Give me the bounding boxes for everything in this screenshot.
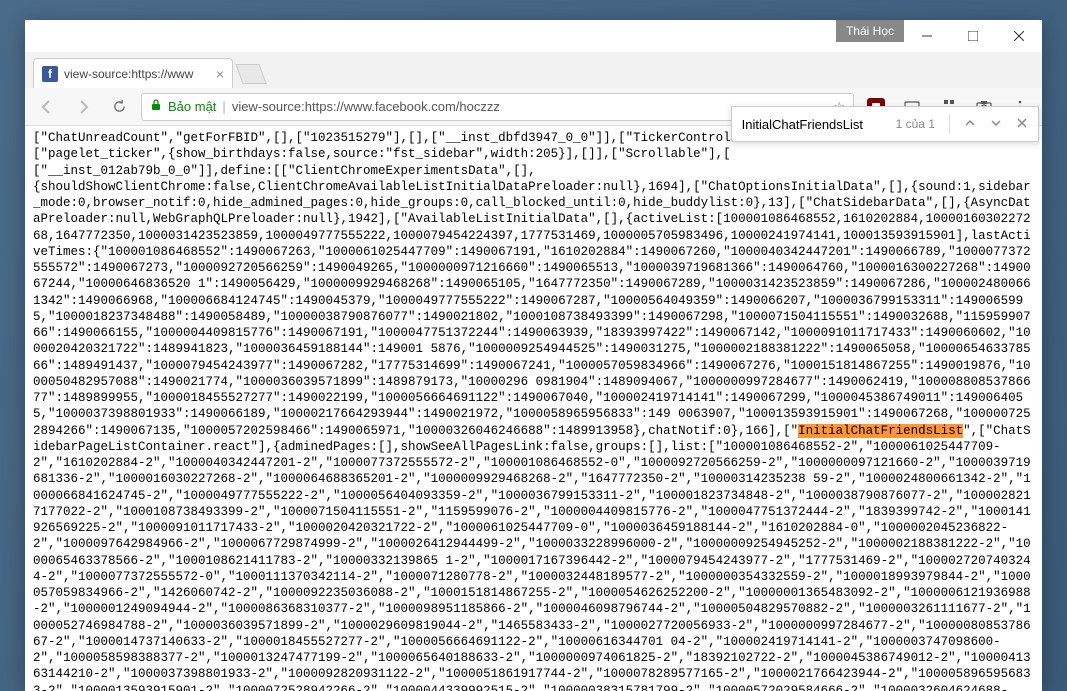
source-line: ",["ChatSidebarPageListContainer.react"]…: [33, 424, 1031, 691]
find-prev-button[interactable]: [964, 117, 976, 132]
tab-bar: f view-source:https://www ×: [25, 52, 1042, 88]
browser-window: Thái Học f view-source:https://www ×: [25, 20, 1042, 691]
new-tab-button[interactable]: [235, 64, 266, 84]
minimize-button[interactable]: [904, 20, 950, 52]
browser-tab[interactable]: f view-source:https://www ×: [33, 58, 233, 88]
window-close-button[interactable]: [996, 20, 1042, 52]
window-titlebar: Thái Học: [25, 20, 1042, 52]
facebook-favicon: f: [42, 66, 58, 82]
source-line: {shouldShowClientChrome:false,ClientChro…: [33, 180, 1031, 438]
forward-button[interactable]: [69, 93, 97, 121]
url-separator: |: [222, 99, 225, 114]
source-line: ["ChatUnreadCount","getForFBID",[],["102…: [33, 131, 738, 145]
find-in-page-bar: 1 của 1: [731, 106, 1039, 142]
reload-button[interactable]: [105, 93, 133, 121]
find-separator: [949, 114, 950, 134]
user-badge: Thái Học: [836, 20, 904, 42]
secure-label: Bảo mật: [168, 99, 216, 114]
lock-icon: [150, 99, 162, 114]
source-line: ["pagelet_ticker",{show_birthdays:false,…: [33, 147, 731, 161]
tab-title: view-source:https://www: [64, 67, 193, 81]
page-source-content[interactable]: ["ChatUnreadCount","getForFBID",[],["102…: [25, 126, 1042, 691]
find-count: 1 của 1: [896, 117, 935, 131]
maximize-button[interactable]: [950, 20, 996, 52]
find-close-button[interactable]: [1016, 117, 1028, 132]
search-highlight: InitialChatFriendsList: [798, 424, 963, 438]
find-next-button[interactable]: [990, 117, 1002, 132]
find-input[interactable]: [742, 117, 882, 132]
url-text: view-source:https://www.facebook.com/hoc…: [232, 99, 500, 114]
source-line: ["__inst_012ab79b_0_0"]],define:[["Clien…: [33, 164, 536, 178]
tab-close-icon[interactable]: ×: [216, 66, 224, 82]
back-button[interactable]: [33, 93, 61, 121]
